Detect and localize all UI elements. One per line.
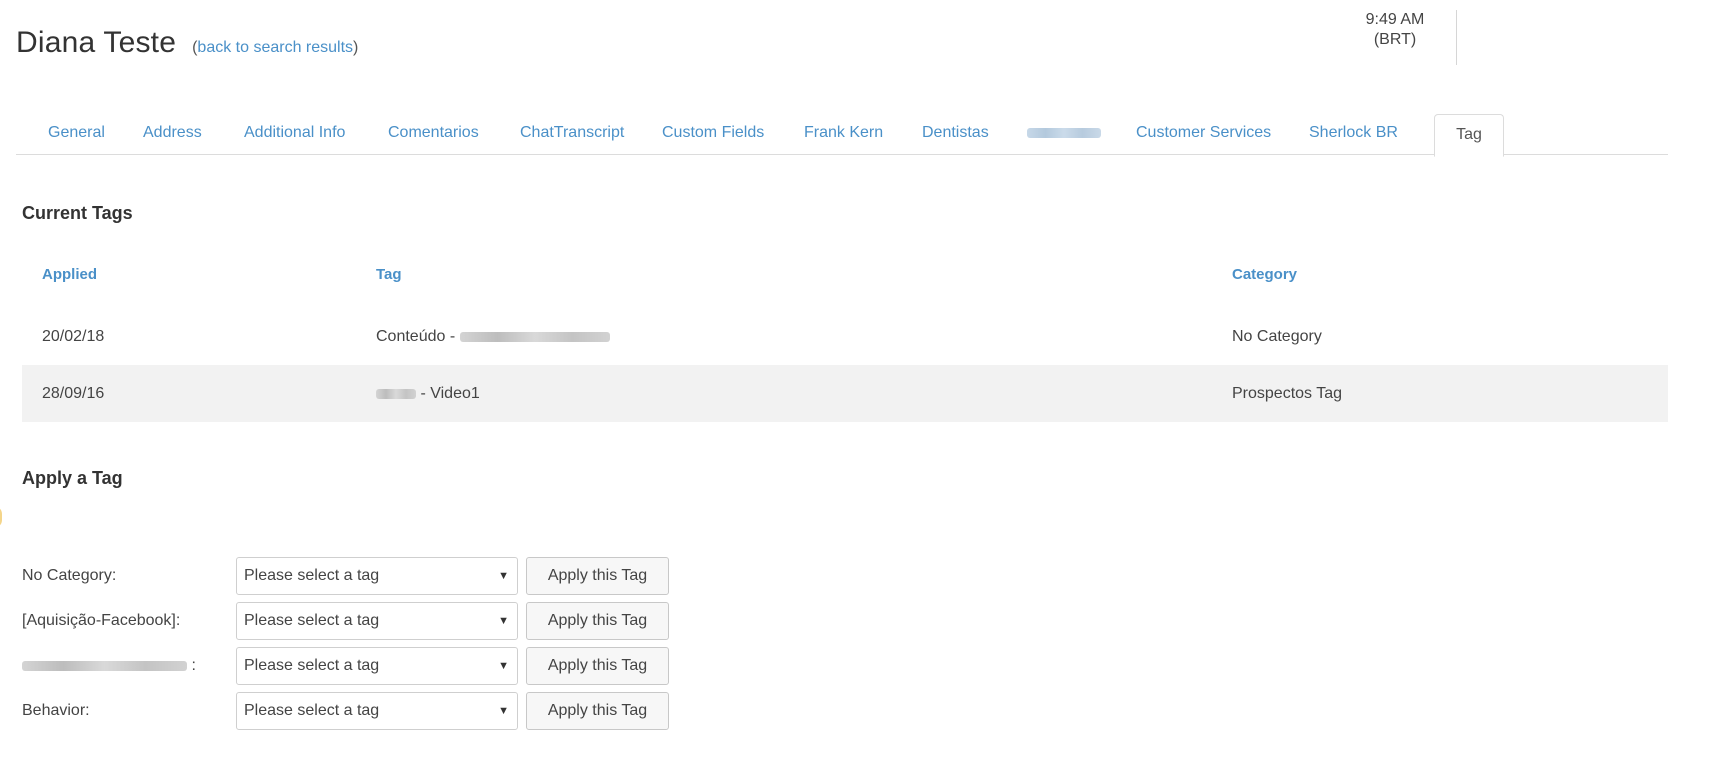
apply-tag-row: No Category: Please select a tag ▼ Apply… [22,555,722,597]
tab-custom-fields[interactable]: Custom Fields [662,112,764,154]
tag-select-value: Please select a tag [244,702,380,719]
tab-sherlock-br[interactable]: Sherlock BR [1309,112,1398,154]
column-header-applied[interactable]: Applied [42,266,97,283]
tab-chattranscript[interactable]: ChatTranscript [520,112,624,154]
apply-category-label: [Aquisição-Facebook]: [22,612,181,629]
tag-name-text: - Video1 [420,385,480,402]
tag-select-value: Please select a tag [244,657,380,674]
tab-tag[interactable]: Tag [1434,114,1504,157]
apply-tag-row: Behavior: Please select a tag ▼ Apply th… [22,690,722,732]
redacted-text [22,660,187,671]
header-divider [1456,10,1457,65]
apply-tag-button[interactable]: Apply this Tag [526,692,669,730]
applied-date: 28/09/16 [42,385,105,402]
apply-tag-row: : Please select a tag ▼ Apply this Tag [22,645,722,687]
edge-marker [0,506,2,528]
tab-additional-info[interactable]: Additional Info [244,112,345,154]
apply-category-label: No Category: [22,567,117,584]
tag-select-value: Please select a tag [244,567,380,584]
tab-address[interactable]: Address [143,112,202,154]
redacted-text [376,388,416,399]
back-to-search-link[interactable]: (back to search results) [192,39,358,57]
dropdown-arrow-icon: ▼ [498,570,509,582]
column-header-tag[interactable]: Tag [376,266,402,283]
tag-name-text: Conteúdo - [376,328,456,345]
apply-category-suffix: : [191,657,196,674]
tag-name: - Video1 [376,365,480,422]
apply-tag-button[interactable]: Apply this Tag [526,602,669,640]
tab-general[interactable]: General [48,112,105,154]
tab-dentistas[interactable]: Dentistas [922,112,989,154]
current-tags-heading: Current Tags [22,203,133,223]
dropdown-arrow-icon: ▼ [498,660,509,672]
apply-tag-button[interactable]: Apply this Tag [526,647,669,685]
apply-category-label: Behavior: [22,702,90,719]
page-header: Diana Teste (back to search results) [16,26,358,60]
tag-name: Conteúdo - [376,308,610,365]
apply-category-label: : [22,645,196,687]
tag-select[interactable]: Please select a tag ▼ [236,557,518,595]
tag-select-value: Please select a tag [244,612,380,629]
dropdown-arrow-icon: ▼ [498,615,509,627]
tag-category: No Category [1232,328,1322,345]
tab-customer-services[interactable]: Customer Services [1136,112,1271,154]
column-header-category[interactable]: Category [1232,266,1297,283]
back-link-label[interactable]: back to search results [197,39,353,56]
dropdown-arrow-icon: ▼ [498,705,509,717]
table-row: 28/09/16 - Video1 Prospectos Tag [22,365,1668,422]
tab-bar: General Address Additional Info Comentar… [16,112,1668,157]
clock: 9:49 AM (BRT) [1340,10,1450,50]
table-row: 20/02/18 Conteúdo - No Category [22,308,1668,365]
tab-redacted[interactable] [1027,112,1101,154]
page-title: Diana Teste [16,26,177,59]
apply-tag-row: [Aquisição-Facebook]: Please select a ta… [22,600,722,642]
applied-date: 20/02/18 [42,328,105,345]
tab-comentarios[interactable]: Comentarios [388,112,479,154]
apply-tag-heading: Apply a Tag [22,468,123,488]
clock-zone: (BRT) [1373,31,1417,48]
tag-select[interactable]: Please select a tag ▼ [236,602,518,640]
apply-tag-button[interactable]: Apply this Tag [526,557,669,595]
redacted-text [459,331,610,342]
clock-time: 9:49 AM [1365,11,1425,28]
tag-category: Prospectos Tag [1232,385,1342,402]
tag-select[interactable]: Please select a tag ▼ [236,647,518,685]
tab-frank-kern[interactable]: Frank Kern [804,112,883,154]
tag-select[interactable]: Please select a tag ▼ [236,692,518,730]
